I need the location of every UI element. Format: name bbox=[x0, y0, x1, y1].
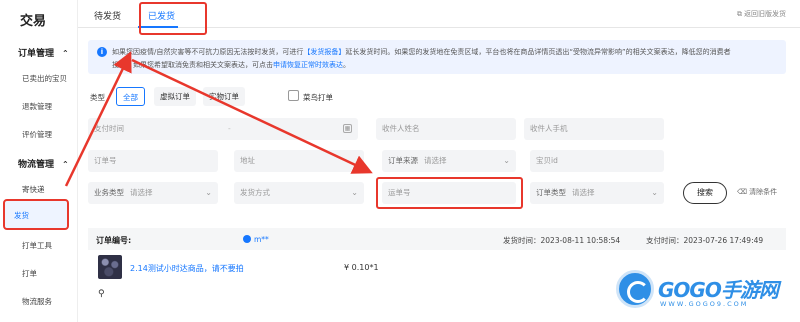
notice-banner: i 如果您因疫情/自然灾害等不可抗力原因无法按时发货，可进行【发货报备】延长发货… bbox=[88, 40, 786, 74]
chevron-up-icon: ⌃ bbox=[62, 49, 69, 58]
wangwang-icon bbox=[243, 235, 251, 243]
sidebar-item-print-tool[interactable]: 打单工具 bbox=[22, 240, 52, 251]
app-root: 交易 订单管理 ⌃ 已卖出的宝贝 退款管理 评价管理 物流管理 ⌃ 寄快递 发货 打… bbox=[0, 0, 800, 322]
external-link-icon: ⧉ bbox=[737, 10, 742, 18]
business-type-label: 业务类型 bbox=[94, 188, 124, 197]
product-thumbnail[interactable] bbox=[98, 255, 122, 279]
sidebar-item-print[interactable]: 打单 bbox=[22, 268, 37, 279]
chevron-down-icon: ⌄ bbox=[205, 188, 212, 197]
restore-link[interactable]: 申请恢复正常时效表达 bbox=[273, 61, 343, 69]
type-label: 类型 bbox=[90, 93, 105, 102]
order-type-select[interactable]: 订单类型 请选择 ⌄ bbox=[530, 182, 664, 204]
product-title-link[interactable]: 2.14测试小时达商品，请不要拍 bbox=[130, 263, 244, 274]
notice-text: 投诉。如果您希望取消免责和相关文案表达，可点击 bbox=[112, 61, 273, 69]
select-placeholder: 请选择 bbox=[130, 188, 153, 197]
cainiao-label: 菜鸟打单 bbox=[303, 93, 333, 102]
back-to-old-link[interactable]: ⧉ 返回旧版发货 bbox=[737, 9, 786, 19]
search-button[interactable]: 搜索 bbox=[683, 182, 727, 204]
watermark-url: WWW.GOGO9.COM bbox=[660, 300, 749, 308]
sidebar-group-logistics[interactable]: 物流管理 ⌃ bbox=[18, 157, 69, 170]
report-link[interactable]: 【发货报备】 bbox=[303, 48, 345, 56]
pay-time-range[interactable]: 支付时间 - ▦ bbox=[88, 118, 358, 140]
order-no-label: 订单编号: bbox=[96, 236, 132, 245]
clear-label: 清除条件 bbox=[749, 188, 778, 196]
eraser-icon: ⌫ bbox=[737, 188, 750, 196]
clear-conditions-button[interactable]: ⌫ 清除条件 bbox=[737, 187, 777, 197]
order-type-label: 订单类型 bbox=[536, 188, 566, 197]
notice-line-2: 投诉。如果您希望取消免责和相关文案表达，可点击申请恢复正常时效表达。 bbox=[112, 60, 350, 70]
ship-method-select[interactable]: 发货方式 ⌄ bbox=[234, 182, 364, 204]
chevron-down-icon: ⌄ bbox=[503, 156, 510, 165]
sidebar-group-orders[interactable]: 订单管理 ⌃ bbox=[18, 46, 69, 59]
notice-text: 延长发货时间。如果您的发货地在免责区域，平台也将在商品详情页透出“受物流异常影响… bbox=[345, 48, 731, 56]
sidebar-item-express[interactable]: 寄快递 bbox=[22, 184, 45, 195]
order-source-label: 订单来源 bbox=[388, 156, 418, 165]
item-id-input[interactable]: 宝贝id bbox=[530, 150, 664, 172]
highlight-box-tab bbox=[139, 2, 207, 35]
highlight-box-tracking bbox=[376, 177, 523, 209]
range-separator: - bbox=[228, 124, 231, 133]
notice-text: 。 bbox=[343, 61, 350, 69]
calendar-icon: ▦ bbox=[343, 124, 352, 133]
tab-pending[interactable]: 待发货 bbox=[94, 9, 121, 22]
notice-line-1: 如果您因疫情/自然灾害等不可抗力原因无法按时发货，可进行【发货报备】延长发货时间… bbox=[112, 47, 731, 57]
sidebar-item-logistics-service[interactable]: 物流服务 bbox=[22, 296, 52, 307]
order-source-select[interactable]: 订单来源 请选择 ⌄ bbox=[382, 150, 516, 172]
buyer-link[interactable]: m** bbox=[243, 235, 269, 244]
business-type-select[interactable]: 业务类型 请选择 ⌄ bbox=[88, 182, 218, 204]
watermark-logo: GOGO手游网 WWW.GOGO9.COM bbox=[612, 262, 800, 322]
highlight-box-ship bbox=[3, 199, 69, 230]
address-input[interactable]: 地址 bbox=[234, 150, 364, 172]
order-header: 订单编号: m** 发货时间：2023-08-11 10:58:54 支付时间：… bbox=[88, 228, 786, 250]
ship-method-placeholder: 发货方式 bbox=[240, 188, 270, 197]
buyer-name: m** bbox=[254, 235, 269, 244]
sidebar-item-review[interactable]: 评价管理 bbox=[22, 129, 52, 140]
chevron-down-icon: ⌄ bbox=[651, 188, 658, 197]
sidebar-item-refund[interactable]: 退款管理 bbox=[22, 101, 52, 112]
pay-time-placeholder: 支付时间 bbox=[94, 124, 124, 133]
recipient-name-input[interactable]: 收件人姓名 bbox=[376, 118, 516, 140]
ship-time: 发货时间：2023-08-11 10:58:54 bbox=[503, 236, 621, 245]
watermark-brand: GOGO手游网 bbox=[658, 278, 779, 302]
sidebar-group-label: 物流管理 bbox=[18, 160, 55, 170]
cainiao-checkbox[interactable] bbox=[288, 90, 299, 101]
watermark-icon bbox=[616, 270, 654, 308]
select-placeholder: 请选择 bbox=[572, 188, 595, 197]
location-pin-icon: ⚲ bbox=[98, 289, 105, 299]
chevron-up-icon: ⌃ bbox=[62, 160, 69, 169]
product-price: ¥ 0.10*1 bbox=[344, 263, 379, 272]
back-link-label: 返回旧版发货 bbox=[744, 10, 786, 18]
chevron-down-icon: ⌄ bbox=[351, 188, 358, 197]
pay-time: 支付时间：2023-07-26 17:49:49 bbox=[646, 236, 764, 245]
type-all-button[interactable]: 全部 bbox=[116, 87, 145, 106]
info-icon: i bbox=[97, 47, 107, 57]
sidebar-item-sold[interactable]: 已卖出的宝贝 bbox=[22, 73, 67, 84]
select-placeholder: 请选择 bbox=[424, 156, 447, 165]
sidebar: 交易 订单管理 ⌃ 已卖出的宝贝 退款管理 评价管理 物流管理 ⌃ 寄快递 发货 打… bbox=[0, 0, 78, 322]
recipient-phone-input[interactable]: 收件人手机 bbox=[524, 118, 664, 140]
sidebar-group-label: 订单管理 bbox=[18, 49, 55, 59]
sidebar-item-ship[interactable]: 发货 bbox=[14, 210, 29, 221]
sidebar-title: 交易 bbox=[20, 14, 47, 29]
notice-text: 如果您因疫情/自然灾害等不可抗力原因无法按时发货，可进行 bbox=[112, 48, 304, 56]
order-no-input[interactable]: 订单号 bbox=[88, 150, 218, 172]
type-physical-button[interactable]: 实物订单 bbox=[203, 87, 245, 106]
type-virtual-button[interactable]: 虚拟订单 bbox=[154, 87, 196, 106]
